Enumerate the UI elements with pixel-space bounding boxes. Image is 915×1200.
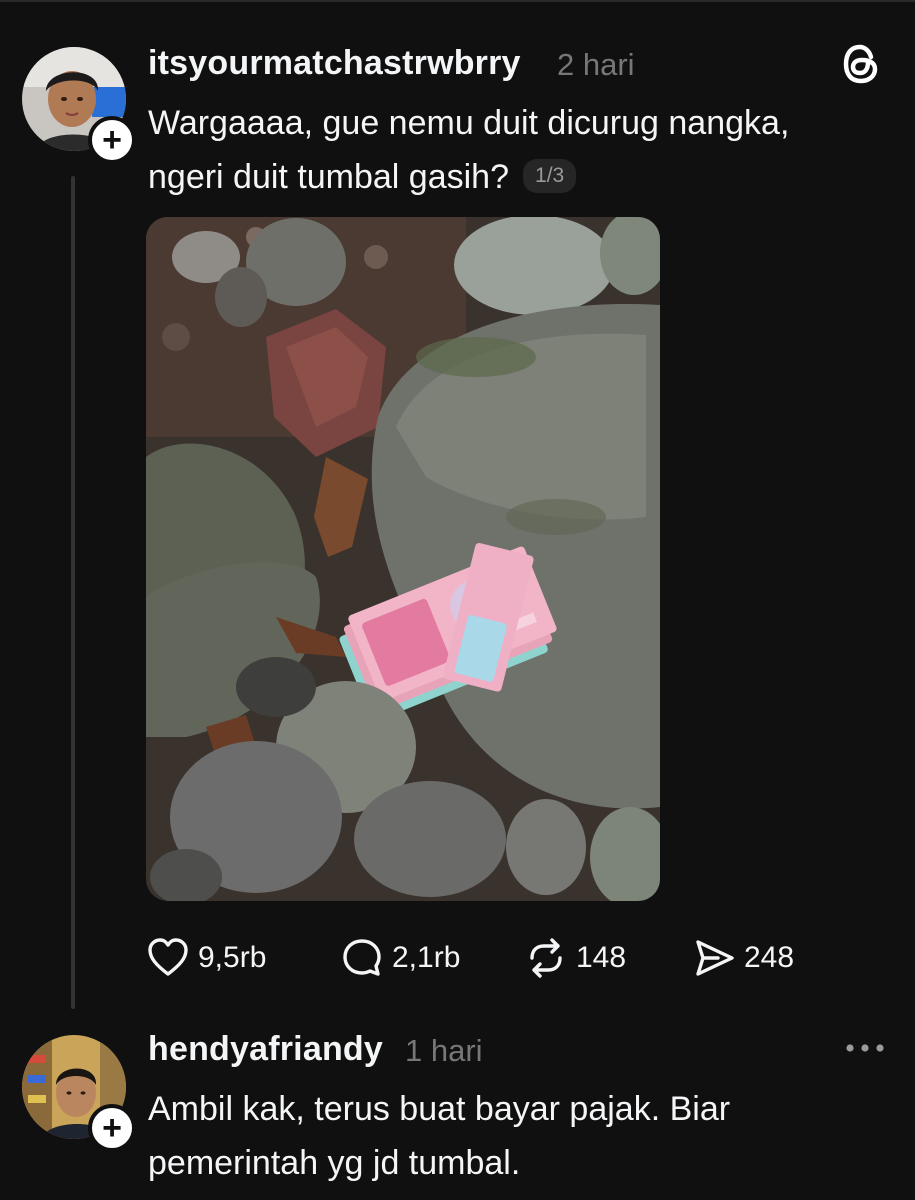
post-timestamp: 2 hari bbox=[557, 47, 635, 82]
reply-timestamp: 1 hari bbox=[405, 1033, 483, 1068]
post-text: Wargaaaa, gue nemu duit dicurug nangka, … bbox=[148, 96, 789, 204]
post-text-line-1: Wargaaaa, gue nemu duit dicurug nangka, bbox=[148, 104, 790, 142]
comment-count: 2,1rb bbox=[392, 941, 461, 974]
like-count: 9,5rb bbox=[198, 941, 267, 974]
repost-count: 148 bbox=[576, 941, 627, 974]
share-button[interactable]: 248 bbox=[692, 936, 794, 980]
top-divider bbox=[0, 0, 915, 2]
heart-icon bbox=[148, 938, 188, 976]
send-icon bbox=[696, 940, 734, 976]
comment-bubble-icon bbox=[343, 939, 381, 976]
post-text-line-2-content: ngeri duit tumbal gasih? bbox=[148, 158, 510, 196]
share-count: 248 bbox=[744, 941, 795, 974]
image-counter-badge: 1/3 bbox=[523, 159, 577, 193]
reply-text-line-1: Ambil kak, terus buat bayar pajak. Biar bbox=[148, 1090, 731, 1128]
follow-plus-button[interactable]: + bbox=[88, 116, 136, 164]
thread-connector-line bbox=[71, 176, 75, 1009]
more-options-icon[interactable] bbox=[842, 1038, 888, 1058]
comment-button[interactable]: 2,1rb bbox=[340, 936, 460, 980]
follow-plus-button[interactable]: + bbox=[88, 1104, 136, 1152]
repost-button[interactable]: 148 bbox=[524, 936, 626, 980]
reply-text: Ambil kak, terus buat bayar pajak. Biar … bbox=[148, 1082, 730, 1190]
repost-icon bbox=[530, 938, 562, 978]
reply-username[interactable]: hendyafriandy bbox=[148, 1030, 383, 1069]
threads-logo-icon[interactable] bbox=[838, 40, 886, 88]
post-image[interactable] bbox=[146, 217, 660, 901]
like-button[interactable]: 9,5rb bbox=[146, 936, 266, 980]
post-text-line-2: ngeri duit tumbal gasih? 1/3 bbox=[148, 150, 789, 204]
post-username[interactable]: itsyourmatchastrwbrry bbox=[148, 44, 521, 83]
reply-text-line-2: pemerintah yg jd tumbal. bbox=[148, 1144, 521, 1182]
